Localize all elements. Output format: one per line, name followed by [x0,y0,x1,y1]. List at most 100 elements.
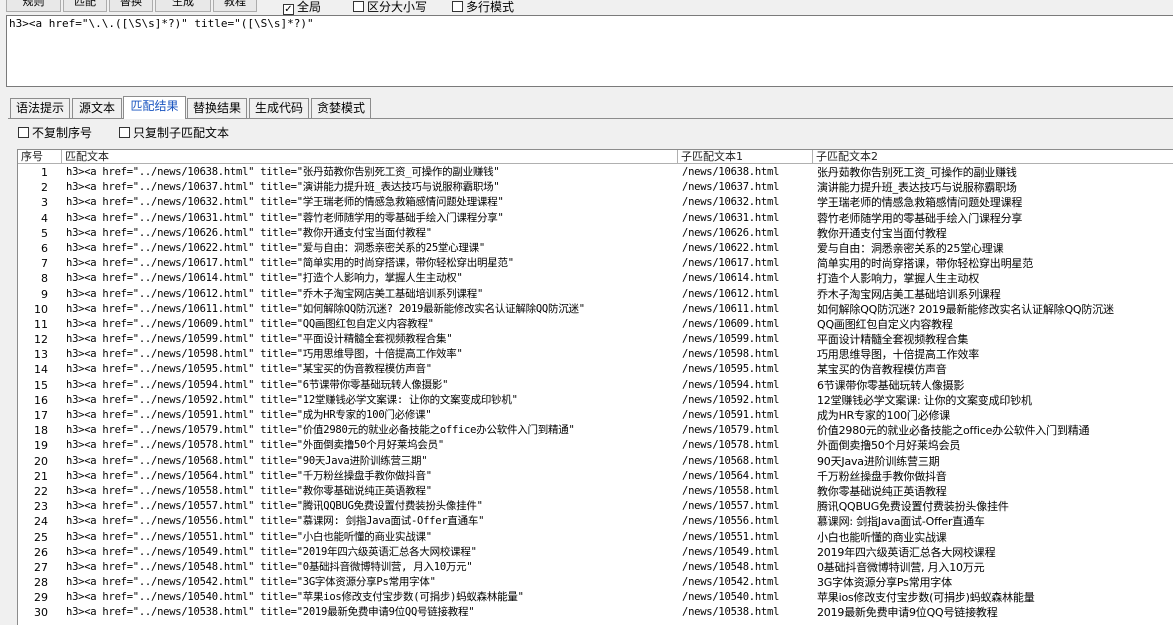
match-text-cell: h3><a href="../news/10637.html" title="演… [66,181,500,194]
table-row[interactable]: 2 h3><a href="../news/10637.html" title="… [18,180,1173,195]
table-row[interactable]: 21 h3><a href="../news/10564.html" title=… [18,469,1173,484]
submatch1-cell: /news/10568.html [682,454,780,467]
tab-source-text[interactable]: 源文本 [72,98,122,118]
tab-generate-code[interactable]: 生成代码 [249,98,309,118]
match-text-cell: h3><a href="../news/10591.html" title="成… [66,409,432,421]
table-row[interactable]: 27 h3><a href="../news/10548.html" title=… [18,560,1173,575]
row-number: 12 [34,333,48,347]
row-number: 26 [34,545,48,559]
row-number: 16 [34,393,48,407]
tab-syntax-hints[interactable]: 语法提示 [10,98,70,118]
table-row[interactable]: 3 h3><a href="../news/10632.html" title="… [18,195,1173,210]
no-copy-seq-checkbox[interactable]: 不复制序号 [18,126,92,140]
regex-pattern-input[interactable]: h3><a href="\.\.([\S\s]*?)" title="([\S\… [6,15,1173,87]
table-row[interactable]: 15 h3><a href="../news/10594.html" title=… [18,378,1173,393]
row-number: 22 [34,484,48,498]
match-text-cell: h3><a href="../news/10557.html" title="腾… [66,500,483,513]
table-row[interactable]: 24 h3><a href="../news/10556.html" title=… [18,514,1173,529]
table-row[interactable]: 22 h3><a href="../news/10558.html" title=… [18,484,1173,499]
table-row[interactable]: 25 h3><a href="../news/10551.html" title=… [18,530,1173,545]
row-number: 27 [34,560,48,574]
table-row[interactable]: 11 h3><a href="../news/10609.html" title=… [18,317,1173,332]
submatch2-cell: 平面设计精髓全套视频教程合集 [817,333,969,347]
checkbox-icon [452,1,463,12]
table-row[interactable]: 16 h3><a href="../news/10592.html" title=… [18,393,1173,408]
submatch1-cell: /news/10595.html [682,363,780,376]
submatch2-cell: 外面倒卖撸50个月好莱坞会员 [817,439,961,453]
submatch2-cell: 0基础抖音微博特训营, 月入10万元 [817,560,985,574]
match-text-cell: h3><a href="../news/10622.html" title="爱… [66,241,486,254]
submatch2-cell: 学王瑞老师的情感急救箱感情问题处理课程 [817,196,1023,210]
tab-greedy-mode[interactable]: 贪婪模式 [311,98,371,118]
match-text-cell: h3><a href="../news/10542.html" title="3… [66,576,436,589]
table-row[interactable]: 14 h3><a href="../news/10595.html" title=… [18,362,1173,377]
row-number: 30 [34,606,48,620]
row-number: 8 [41,272,48,286]
match-text-cell: h3><a href="../news/10595.html" title="某… [66,363,432,376]
table-row[interactable]: 4 h3><a href="../news/10631.html" title="… [18,211,1173,226]
table-row[interactable]: 20 h3><a href="../news/10568.html" title=… [18,454,1173,469]
submatch2-cell: QQ画图红包自定义内容教程 [817,317,953,331]
submatch1-cell: /news/10638.html [682,166,780,178]
submatch2-cell: 2019年四六级英语汇总各大网校课程 [817,545,996,559]
table-row[interactable]: 9 h3><a href="../news/10612.html" title="… [18,287,1173,302]
match-text-cell: h3><a href="../news/10579.html" title="价… [66,424,575,437]
match-results-table[interactable]: 序号 匹配文本 子匹配文本1 子匹配文本2 1 h3><a href="../ne… [17,149,1173,625]
submatch1-cell: /news/10598.html [682,348,780,361]
table-row[interactable]: 19 h3><a href="../news/10578.html" title=… [18,438,1173,453]
submatch1-cell: /news/10564.html [682,469,780,482]
table-row[interactable]: 5 h3><a href="../news/10626.html" title="… [18,226,1173,241]
match-text-cell: h3><a href="../news/10538.html" title="2… [66,606,475,619]
table-row[interactable]: 10 h3><a href="../news/10611.html" title=… [18,302,1173,317]
checkbox-icon [353,1,364,12]
generate-button[interactable]: 生成 [155,0,211,12]
row-number: 5 [41,226,48,240]
replace-button[interactable]: 替换 [109,0,153,12]
table-row[interactable]: 29 h3><a href="../news/10540.html" title=… [18,590,1173,605]
tab-match-results[interactable]: 匹配结果 [123,96,186,119]
tab-replace-results[interactable]: 替换结果 [187,98,247,118]
table-row[interactable]: 6 h3><a href="../news/10622.html" title="… [18,241,1173,256]
submatch2-cell: 价值2980元的就业必备技能之office办公软件入门到精通 [817,424,1090,438]
submatch2-cell: 打造个人影响力，掌握人生主动权 [817,272,979,286]
submatch2-cell: 3G字体资源分享Ps常用字体 [817,576,952,590]
rules-button[interactable]: 规则 [6,0,61,12]
case-sensitive-checkbox[interactable]: 区分大小写 [353,0,427,14]
submatch2-cell: 小白也能听懂的商业实战课 [817,530,947,544]
column-header-match[interactable]: 匹配文本 [62,150,678,164]
match-button[interactable]: 匹配 [63,0,107,12]
multiline-checkbox[interactable]: 多行模式 [452,0,514,14]
row-number: 4 [41,211,48,225]
submatch2-cell: 张丹茹教你告别死工资_可操作的副业赚钱 [817,166,1017,179]
submatch1-cell: /news/10540.html [682,591,780,604]
submatch2-cell: 腾讯QQBUG免费设置付费装扮头像挂件 [817,500,1009,514]
table-row[interactable]: 28 h3><a href="../news/10542.html" title=… [18,575,1173,590]
column-header-sub2[interactable]: 子匹配文本2 [813,150,1173,164]
submatch1-cell: /news/10626.html [682,226,780,239]
table-row[interactable]: 1 h3><a href="../news/10638.html" title="… [18,165,1173,180]
table-row[interactable]: 8 h3><a href="../news/10614.html" title="… [18,271,1173,286]
row-number: 3 [41,196,48,210]
column-header-seq[interactable]: 序号 [18,150,62,164]
tutorial-button[interactable]: 教程 [213,0,257,12]
global-checkbox[interactable]: ✓ 全局 [283,0,321,15]
row-number: 28 [34,576,48,590]
submatch1-cell: /news/10558.html [682,484,780,497]
column-header-sub1[interactable]: 子匹配文本1 [678,150,813,164]
submatch1-cell: /news/10617.html [682,257,780,270]
submatch1-cell: /news/10578.html [682,439,780,452]
table-row[interactable]: 26 h3><a href="../news/10549.html" title=… [18,545,1173,560]
table-row[interactable]: 13 h3><a href="../news/10598.html" title=… [18,347,1173,362]
table-row[interactable]: 30 h3><a href="../news/10538.html" title=… [18,605,1173,620]
row-number: 20 [34,454,48,468]
only-copy-submatch-checkbox[interactable]: 只复制子匹配文本 [119,126,229,140]
row-number: 10 [34,302,48,316]
table-row[interactable]: 17 h3><a href="../news/10591.html" title=… [18,408,1173,423]
checkbox-checked-icon: ✓ [283,4,294,15]
submatch1-cell: /news/10551.html [682,530,780,543]
match-text-cell: h3><a href="../news/10558.html" title="教… [66,484,432,497]
table-row[interactable]: 7 h3><a href="../news/10617.html" title="… [18,256,1173,271]
table-row[interactable]: 12 h3><a href="../news/10599.html" title=… [18,332,1173,347]
table-row[interactable]: 18 h3><a href="../news/10579.html" title=… [18,423,1173,438]
table-row[interactable]: 23 h3><a href="../news/10557.html" title=… [18,499,1173,514]
